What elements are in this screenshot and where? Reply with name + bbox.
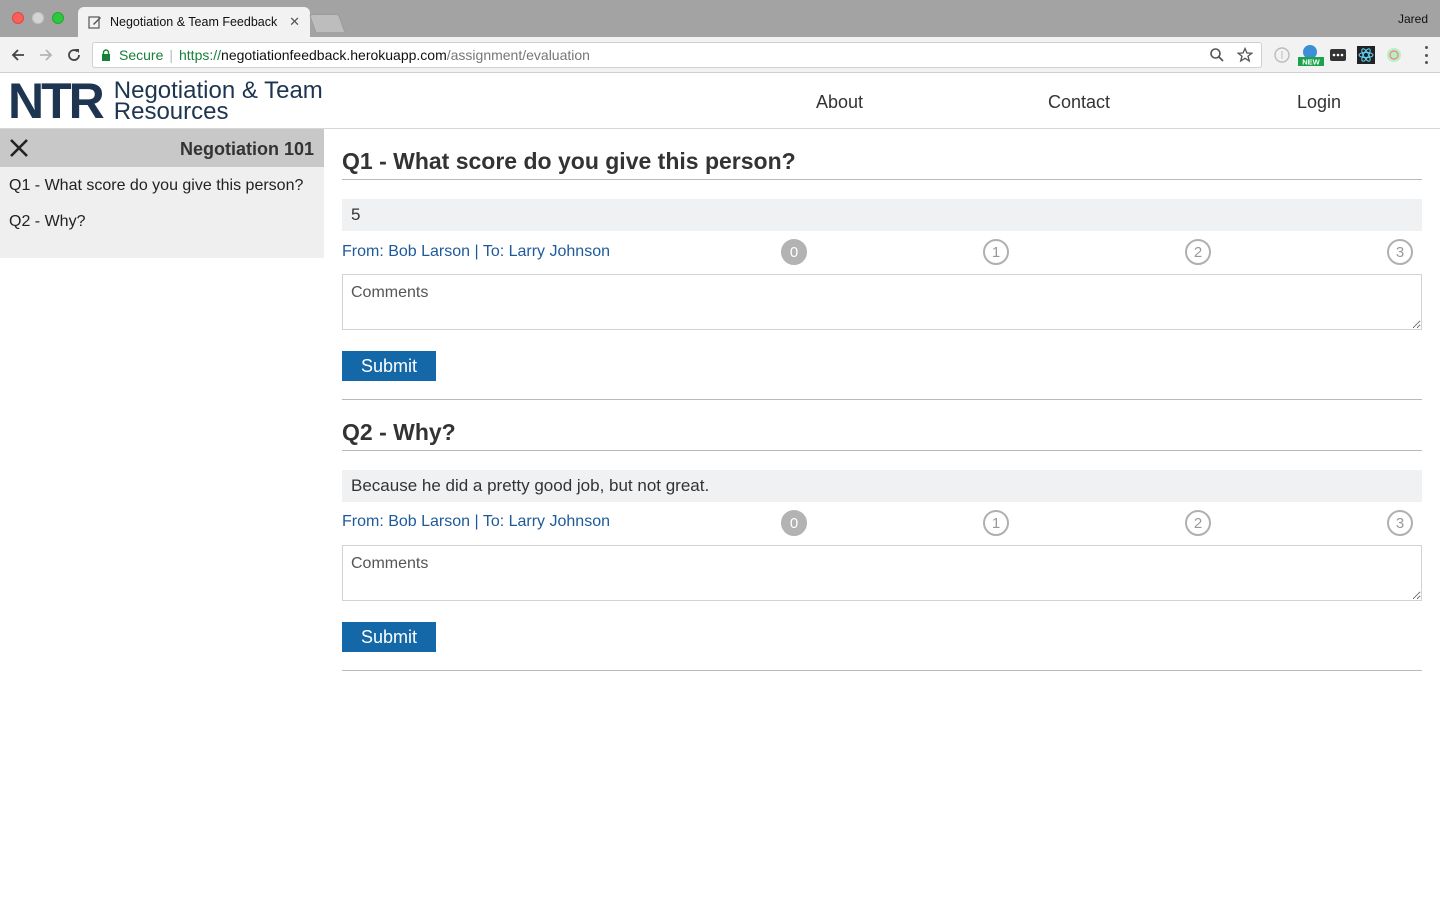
browser-tab[interactable]: Negotiation & Team Feedback ✕ <box>78 7 310 37</box>
sidebar-item-q2[interactable]: Q2 - Why? <box>9 213 85 231</box>
question-2-score-1[interactable]: 1 <box>983 510 1009 536</box>
logo-line-2: Resources <box>113 98 229 125</box>
logo-text: Negotiation & Team Resources <box>113 79 323 125</box>
question-2-divider <box>342 450 1422 451</box>
question-1-score-3[interactable]: 3 <box>1387 239 1413 265</box>
question-1-score-2[interactable]: 2 <box>1185 239 1211 265</box>
question-1-score-1[interactable]: 1 <box>983 239 1009 265</box>
nav-login-link[interactable]: Login <box>1297 92 1341 113</box>
question-2-from-to: From: Bob Larson | To: Larry Johnson <box>342 513 610 530</box>
question-2-submit-button[interactable]: Submit <box>342 622 436 652</box>
extension-swirl-icon[interactable] <box>1385 46 1403 64</box>
window-close-button[interactable] <box>12 12 24 24</box>
nav-about-link[interactable]: About <box>816 92 863 113</box>
url-path: /assignment/evaluation <box>446 47 590 63</box>
sidebar-title: Negotiation 101 <box>179 139 314 159</box>
browser-tab-title: Negotiation & Team Feedback <box>110 15 278 29</box>
nav-contact-link[interactable]: Contact <box>1048 92 1110 113</box>
react-devtools-icon[interactable] <box>1357 46 1375 64</box>
question-2-score-3[interactable]: 3 <box>1387 510 1413 536</box>
question-1-submit-button[interactable]: Submit <box>342 351 436 381</box>
ntr-logo[interactable]: NTR Negotiation & Team Resources <box>8 73 323 129</box>
edit-page-icon <box>88 16 101 29</box>
question-1-from-to: From: Bob Larson | To: Larry Johnson <box>342 243 610 260</box>
question-1-end-divider <box>342 399 1422 400</box>
question-2-title: Q2 - Why? <box>342 419 456 445</box>
close-sidebar-icon[interactable] <box>9 138 29 158</box>
extension-badge: NEW <box>1302 58 1320 67</box>
extension-dots-icon[interactable] <box>1329 46 1347 64</box>
address-bar[interactable]: Secure | https://negotiationfeedback.her… <box>92 42 1262 68</box>
browser-menu-icon[interactable] <box>1424 46 1428 64</box>
browser-toolbar: Secure | https://negotiationfeedback.her… <box>0 37 1440 73</box>
extension-new-icon[interactable]: NEW <box>1298 44 1324 66</box>
question-2-answer: Because he did a pretty good job, but no… <box>342 470 1422 502</box>
sidebar: Negotiation 101 Q1 - What score do you g… <box>0 129 324 258</box>
site-header: NTR Negotiation & Team Resources About C… <box>0 73 1440 129</box>
extension-circle-icon[interactable] <box>1273 46 1291 64</box>
question-1-answer: 5 <box>342 199 1422 231</box>
profile-name[interactable]: Jared <box>1398 12 1428 26</box>
lock-icon <box>102 49 110 61</box>
sidebar-header: Negotiation 101 <box>0 129 324 167</box>
bookmark-star-icon[interactable] <box>1237 47 1253 63</box>
back-arrow-icon[interactable] <box>8 45 28 65</box>
forward-arrow-icon[interactable] <box>36 45 56 65</box>
question-2-end-divider <box>342 670 1422 671</box>
sidebar-item-q1[interactable]: Q1 - What score do you give this person? <box>9 177 303 195</box>
question-1-comments-field[interactable] <box>342 274 1422 330</box>
tab-close-icon[interactable]: ✕ <box>289 14 300 30</box>
question-1-divider <box>342 179 1422 180</box>
url-protocol: https:// <box>179 47 222 63</box>
question-2-comments-field[interactable] <box>342 545 1422 601</box>
logo-mark: NTR <box>8 73 105 129</box>
question-1-title: Q1 - What score do you give this person? <box>342 148 796 174</box>
url-host: negotiationfeedback.herokuapp.com <box>221 47 447 63</box>
new-tab-button[interactable] <box>308 14 346 32</box>
browser-tab-bar: Negotiation & Team Feedback ✕ Jared <box>0 0 1440 37</box>
secure-label: Secure <box>119 47 164 63</box>
reload-icon[interactable] <box>64 45 84 65</box>
question-2-score-2[interactable]: 2 <box>1185 510 1211 536</box>
window-zoom-button[interactable] <box>52 12 64 24</box>
zoom-icon[interactable] <box>1209 47 1225 63</box>
question-2-score-0[interactable]: 0 <box>781 510 807 536</box>
question-1-score-0[interactable]: 0 <box>781 239 807 265</box>
window-minimize-button[interactable] <box>32 12 44 24</box>
address-separator: | <box>169 47 173 63</box>
